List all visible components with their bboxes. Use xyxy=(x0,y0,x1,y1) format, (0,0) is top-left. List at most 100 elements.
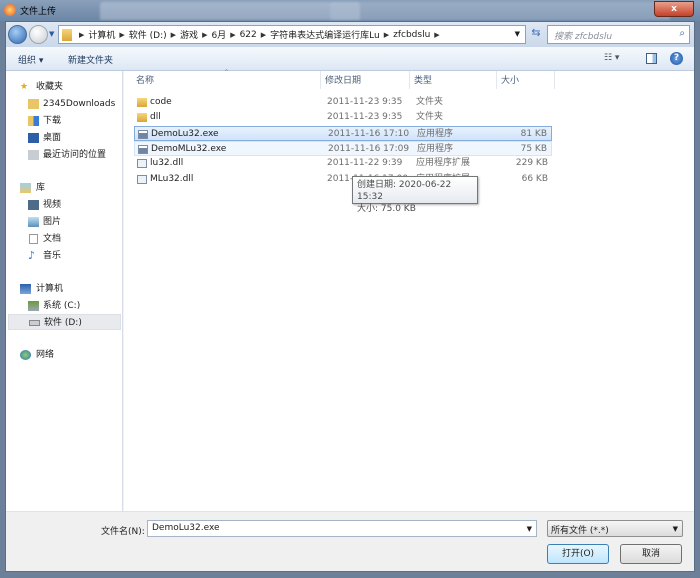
sidebar-item-videos[interactable]: 视频 xyxy=(6,197,122,213)
column-header-type[interactable]: 类型 xyxy=(414,73,432,86)
video-icon xyxy=(28,200,39,210)
sidebar-label: 计算机 xyxy=(36,284,64,294)
file-type: 应用程序扩展 xyxy=(416,158,471,169)
column-header-date[interactable]: 修改日期 xyxy=(325,73,361,86)
window-title: 文件上传 xyxy=(20,7,57,17)
file-row[interactable]: DemoMLu32.exe 2011-11-16 17:09 应用程序 75 KB xyxy=(134,140,552,156)
file-name: lu32.dll xyxy=(150,158,184,169)
file-row[interactable]: lu32.dll 2011-11-22 9:39 应用程序扩展 229 KB xyxy=(134,156,552,171)
breadcrumb-separator: ▶ xyxy=(260,30,267,39)
column-divider[interactable] xyxy=(496,71,497,89)
file-date: 2011-11-22 9:39 xyxy=(327,158,403,169)
cancel-button[interactable]: 取消 xyxy=(620,544,682,564)
sidebar-item-documents[interactable]: 文档 xyxy=(6,231,122,247)
breadcrumb-separator: ▶ xyxy=(170,30,177,39)
column-divider[interactable] xyxy=(409,71,410,89)
filename-label: 文件名(N): xyxy=(101,527,145,537)
drive-icon xyxy=(29,320,40,326)
chevron-down-icon: ▼ xyxy=(672,525,678,533)
file-type: 文件夹 xyxy=(416,112,444,123)
file-size: 229 KB xyxy=(515,158,548,169)
address-bar[interactable]: ▶ 计算机 ▶ 软件 (D:) ▶ 游戏 ▶ 6月 ▶ 622 ▶ 字符串表达式编译运行库… xyxy=(58,25,526,44)
folder-icon xyxy=(137,113,147,123)
navigation-pane: ★ 收藏夹 2345Downloads 下载 桌面 最近访问的位置 库 视频 图片… xyxy=(6,71,123,511)
file-dialog: ▼ ▶ 计算机 ▶ 软件 (D:) ▶ 游戏 ▶ 6月 ▶ 622 ▶ 字符串表达式编译运… xyxy=(5,21,695,572)
application-icon xyxy=(138,144,148,154)
sidebar-label: 视频 xyxy=(43,200,62,210)
chevron-down-icon[interactable]: ▼ xyxy=(527,525,532,533)
file-name: MLu32.dll xyxy=(150,173,194,184)
refresh-icon[interactable]: ⇆ xyxy=(528,26,544,43)
file-type-value: 所有文件 (*.*) xyxy=(551,526,609,536)
breadcrumb-computer[interactable]: 计算机 xyxy=(88,28,115,41)
file-row[interactable]: code 2011-11-23 9:35 文件夹 xyxy=(134,95,552,110)
breadcrumb-drive[interactable]: 软件 (D:) xyxy=(129,28,167,41)
column-header-name[interactable]: 名称 xyxy=(136,73,154,86)
documents-icon xyxy=(29,234,38,244)
column-header-size[interactable]: 大小 xyxy=(501,73,519,86)
music-icon: ♪ xyxy=(28,249,36,262)
breadcrumb-separator: ▶ xyxy=(202,30,208,39)
open-button[interactable]: 打开(O) xyxy=(547,544,609,564)
address-history-dropdown-icon[interactable]: ▼ xyxy=(515,30,520,38)
search-icon[interactable]: ⌕ xyxy=(679,28,685,39)
sort-ascending-icon: ^ xyxy=(224,69,230,76)
address-row: ▼ ▶ 计算机 ▶ 软件 (D:) ▶ 游戏 ▶ 6月 ▶ 622 ▶ 字符串表达式编译运… xyxy=(6,22,694,47)
file-date: 2011-11-23 9:35 xyxy=(327,112,403,123)
breadcrumb-622[interactable]: 622 xyxy=(240,30,257,40)
search-input[interactable]: 搜索 zfcbdslu ⌕ xyxy=(547,25,690,44)
sidebar-item-recent-places[interactable]: 最近访问的位置 xyxy=(6,147,122,163)
sidebar-item-pictures[interactable]: 图片 xyxy=(6,214,122,230)
file-type: 文件夹 xyxy=(416,97,444,107)
breadcrumb-separator: ▶ xyxy=(383,30,390,39)
system-drive-icon xyxy=(28,301,39,311)
app-icon xyxy=(4,4,16,16)
sidebar-label: 2345Downloads xyxy=(43,99,116,109)
organize-button[interactable]: 组织 ▾ xyxy=(18,53,43,66)
breadcrumb-june[interactable]: 6月 xyxy=(211,28,226,41)
sidebar-item-desktop[interactable]: 桌面 xyxy=(6,130,122,146)
forward-button[interactable] xyxy=(29,25,48,44)
title-bar: 文件上传 x xyxy=(0,0,700,21)
sidebar-libraries[interactable]: 库 xyxy=(6,180,122,196)
preview-pane-icon[interactable] xyxy=(646,53,657,64)
file-row[interactable]: MLu32.dll2011-11-16 17:00应用程序扩展66 KB xyxy=(134,172,552,187)
toolbar: 组织 ▾ 新建文件夹 ☷ ▾ ? xyxy=(6,47,694,71)
computer-icon xyxy=(20,284,31,294)
sidebar-label: 音乐 xyxy=(43,251,62,261)
filename-input[interactable]: DemoLu32.exe ▼ xyxy=(147,520,537,537)
file-date: 2011-11-16 17:09 xyxy=(328,143,410,154)
file-row[interactable]: dll 2011-11-23 9:35 文件夹 xyxy=(134,110,552,125)
file-type-select[interactable]: 所有文件 (*.*) ▼ xyxy=(547,520,683,537)
blurred-background-tabs xyxy=(100,2,360,20)
view-options-icon[interactable]: ☷ ▾ xyxy=(604,53,619,63)
sidebar-network[interactable]: 网络 xyxy=(6,347,122,363)
sidebar-label: 文档 xyxy=(43,234,62,244)
dll-icon xyxy=(137,159,147,169)
file-name: DemoLu32.exe xyxy=(151,128,219,139)
sidebar-label: 网络 xyxy=(36,350,55,360)
close-button[interactable]: x xyxy=(654,1,694,17)
recent-places-icon xyxy=(28,150,39,160)
help-icon[interactable]: ? xyxy=(670,52,683,65)
sidebar-item-downloads[interactable]: 下载 xyxy=(6,113,122,129)
file-row[interactable]: DemoLu32.exe 2011-11-16 17:10 应用程序 81 KB xyxy=(134,125,552,141)
sidebar-favorites[interactable]: ★ 收藏夹 xyxy=(6,79,122,95)
sidebar-item-2345downloads[interactable]: 2345Downloads xyxy=(6,96,122,112)
column-divider[interactable] xyxy=(320,71,321,89)
pictures-icon xyxy=(28,217,39,227)
sidebar-label: 图片 xyxy=(43,217,62,227)
breadcrumb-games[interactable]: 游戏 xyxy=(180,28,198,41)
breadcrumb-lu[interactable]: 字符串表达式编译运行库Lu xyxy=(270,28,380,41)
sidebar-item-drive-d[interactable]: 软件 (D:) xyxy=(8,314,121,330)
breadcrumb-zfcbdslu[interactable]: zfcbdslu xyxy=(393,30,430,40)
sidebar-computer[interactable]: 计算机 xyxy=(6,281,122,297)
back-button[interactable] xyxy=(8,25,27,44)
recent-pages-dropdown-icon[interactable]: ▼ xyxy=(49,30,54,38)
new-folder-button[interactable]: 新建文件夹 xyxy=(68,53,113,66)
sidebar-item-drive-c[interactable]: 系统 (C:) xyxy=(6,298,122,314)
library-icon xyxy=(20,183,31,193)
sidebar-item-music[interactable]: ♪ 音乐 xyxy=(6,248,122,264)
column-divider[interactable] xyxy=(554,71,555,89)
application-icon xyxy=(138,129,148,139)
